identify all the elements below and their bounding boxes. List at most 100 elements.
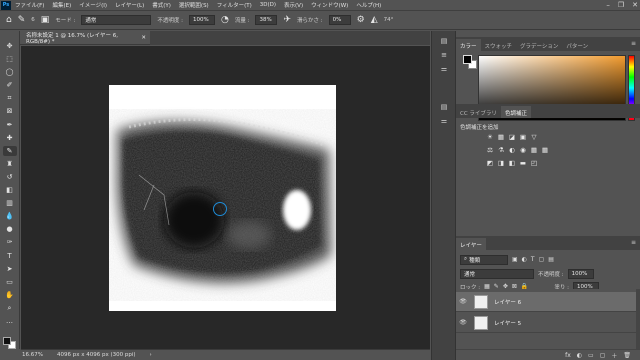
- document-tab[interactable]: 名称未設定 1 @ 16.7% (レイヤー 6, RGB/8#) * ✕: [20, 31, 150, 45]
- menu-type[interactable]: 書式(Y): [148, 1, 175, 9]
- more-tools-icon[interactable]: …: [3, 316, 17, 326]
- angle-value[interactable]: 74°: [384, 17, 394, 23]
- menu-filter[interactable]: フィルター(T): [213, 1, 256, 9]
- visibility-eye-icon[interactable]: 👁: [457, 319, 469, 326]
- posterize-icon[interactable]: ◨: [497, 159, 505, 167]
- opacity-field[interactable]: 100%: [189, 15, 215, 25]
- pen-tool-icon[interactable]: ✑: [3, 237, 17, 247]
- layer-row[interactable]: 👁 レイヤー 6: [456, 292, 636, 312]
- tab-adjustments[interactable]: 色調補正: [500, 106, 531, 118]
- tab-color[interactable]: カラー: [456, 39, 481, 51]
- tab-gradients[interactable]: グラデーション: [516, 39, 562, 51]
- levels-icon[interactable]: ▦: [497, 133, 505, 141]
- brush-size-preview[interactable]: 6: [31, 17, 35, 23]
- tab-swatches[interactable]: スウォッチ: [481, 39, 517, 51]
- adjustments-icon[interactable]: ⚌: [438, 65, 450, 75]
- minimize-button[interactable]: –: [606, 1, 610, 9]
- brightness-contrast-icon[interactable]: ☀: [486, 133, 494, 141]
- menu-edit[interactable]: 編集(E): [48, 1, 75, 9]
- brush-tool-icon[interactable]: ✎: [18, 15, 26, 25]
- blend-mode-select[interactable]: 通常: [460, 268, 534, 279]
- restore-button[interactable]: ❐: [618, 1, 624, 9]
- curves-icon[interactable]: ◪: [508, 133, 516, 141]
- gear-icon[interactable]: ⚙: [357, 15, 365, 25]
- panel-menu-icon[interactable]: ≡: [631, 40, 636, 47]
- rectangle-tool-icon[interactable]: ▭: [3, 277, 17, 287]
- properties-icon[interactable]: ≡: [438, 51, 450, 61]
- quick-select-tool-icon[interactable]: ✐: [3, 80, 17, 90]
- layer-opacity-field[interactable]: 100%: [567, 268, 594, 279]
- lasso-tool-icon[interactable]: ◯: [3, 67, 17, 77]
- status-arrow-icon[interactable]: ›: [150, 352, 152, 358]
- foreground-color-swatch[interactable]: [3, 337, 11, 345]
- menu-help[interactable]: ヘルプ(H): [352, 1, 385, 9]
- type-tool-icon[interactable]: T: [3, 251, 17, 261]
- adjustment-layer-icon[interactable]: ◐: [577, 352, 582, 359]
- tab-cc-libraries[interactable]: CC ライブラリ: [456, 106, 501, 118]
- pressure-opacity-icon[interactable]: ◔: [221, 15, 229, 25]
- visibility-eye-icon[interactable]: 👁: [457, 298, 469, 305]
- gradient-tool-icon[interactable]: ▥: [3, 198, 17, 208]
- channel-mixer-icon[interactable]: ◉: [519, 146, 527, 154]
- filter-pixel-icon[interactable]: ▣: [512, 256, 518, 263]
- tab-layers[interactable]: レイヤー: [456, 238, 486, 250]
- crop-tool-icon[interactable]: ⌗: [3, 93, 17, 103]
- invert-icon[interactable]: ◩: [486, 159, 494, 167]
- menu-file[interactable]: ファイル(F): [11, 1, 48, 9]
- healing-brush-tool-icon[interactable]: ✚: [3, 133, 17, 143]
- color-lookup-icon[interactable]: ▦: [530, 146, 538, 154]
- path-select-tool-icon[interactable]: ➤: [3, 264, 17, 274]
- threshold-icon[interactable]: ◧: [508, 159, 516, 167]
- dodge-tool-icon[interactable]: ●: [3, 224, 17, 234]
- brush-settings-icon[interactable]: ▣: [41, 15, 50, 25]
- marquee-tool-icon[interactable]: ⬚: [3, 54, 17, 64]
- add-mask-icon[interactable]: ▭: [588, 352, 594, 359]
- clone-stamp-tool-icon[interactable]: ♜: [3, 159, 17, 169]
- layer-thumbnail[interactable]: [474, 315, 488, 330]
- mode-select[interactable]: 通常: [81, 15, 152, 25]
- frame-tool-icon[interactable]: ⊠: [3, 106, 17, 116]
- menu-view[interactable]: 表示(V): [280, 1, 307, 9]
- color-panel-swatches[interactable]: [463, 55, 477, 69]
- filter-adjust-icon[interactable]: ◐: [522, 256, 527, 263]
- history-icon[interactable]: ▤: [438, 37, 450, 47]
- menu-layer[interactable]: レイヤー(L): [111, 1, 148, 9]
- eyedropper-tool-icon[interactable]: ✒: [3, 120, 17, 130]
- tab-patterns[interactable]: パターン: [562, 39, 592, 51]
- layer-kind-filter[interactable]: ⌕ 種類: [460, 254, 508, 265]
- close-button[interactable]: ✕: [632, 1, 638, 9]
- foreground-background-swatches[interactable]: [3, 337, 17, 349]
- black-white-icon[interactable]: ◐: [508, 146, 516, 154]
- color-balance-icon[interactable]: ⚖: [486, 146, 494, 154]
- filter-shape-icon[interactable]: ▢: [539, 256, 545, 263]
- zoom-tool-icon[interactable]: ⌕: [3, 303, 17, 313]
- brushes-icon[interactable]: ⚌: [438, 117, 450, 127]
- new-layer-icon[interactable]: ＋: [611, 351, 617, 360]
- blur-tool-icon[interactable]: 💧: [3, 211, 17, 221]
- history-brush-tool-icon[interactable]: ↺: [3, 172, 17, 182]
- brush-tool-icon-active[interactable]: ✎: [2, 145, 17, 156]
- layers-scrollbar[interactable]: [636, 289, 640, 349]
- menu-window[interactable]: ウィンドウ(W): [307, 1, 352, 9]
- exposure-icon[interactable]: ▣: [519, 133, 527, 141]
- libraries-icon[interactable]: ▤: [438, 103, 450, 113]
- menu-select[interactable]: 選択範囲(S): [175, 1, 213, 9]
- menu-3d[interactable]: 3D(D): [256, 2, 280, 8]
- layer-name[interactable]: レイヤー 6: [494, 298, 521, 306]
- smoothing-field[interactable]: 0%: [328, 15, 351, 25]
- home-icon[interactable]: ⌂: [6, 15, 12, 25]
- new-group-icon[interactable]: ▢: [600, 352, 606, 359]
- fx-icon[interactable]: fx: [565, 352, 571, 359]
- selective-color-icon[interactable]: ◰: [530, 159, 538, 167]
- eraser-tool-icon[interactable]: ◧: [3, 185, 17, 195]
- document-canvas[interactable]: [109, 85, 336, 311]
- filter-smart-icon[interactable]: ▤: [548, 256, 554, 263]
- close-tab-icon[interactable]: ✕: [141, 35, 146, 41]
- color-panel-foreground[interactable]: [463, 55, 472, 64]
- photo-filter-icon[interactable]: ⚗: [497, 146, 505, 154]
- document-info[interactable]: 4096 px x 4096 px (300 ppi): [57, 352, 136, 358]
- hue-saturation-icon[interactable]: ▦: [541, 146, 549, 154]
- delete-layer-icon[interactable]: 🗑: [623, 352, 631, 359]
- gradient-map-icon[interactable]: ▬: [519, 159, 527, 167]
- vibrance-icon[interactable]: ▽: [530, 133, 538, 141]
